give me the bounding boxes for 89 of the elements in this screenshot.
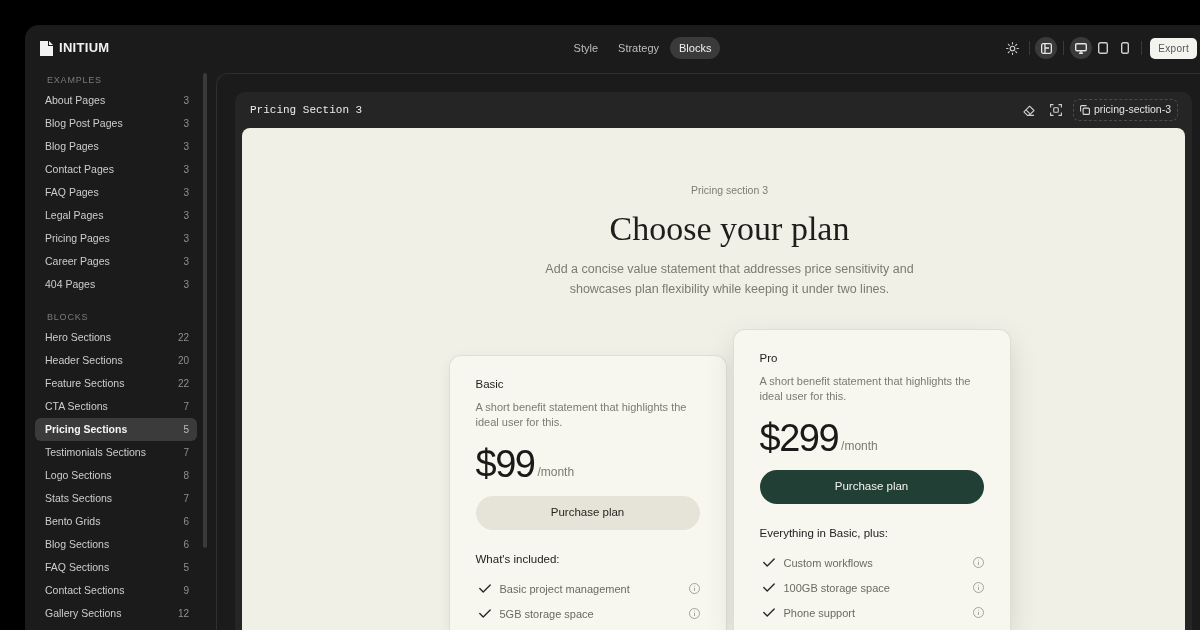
section-description: Add a concise value statement that addresses price sensitivity and showcases plan flexibility while keeping it under two lines. — [544, 261, 915, 298]
layout-toggle-button[interactable] — [1035, 37, 1058, 59]
sidebar-heading: BLOCKS — [47, 311, 89, 323]
item-count: 22 — [177, 331, 189, 345]
sidebar-item[interactable]: Logo Sections 8 — [35, 464, 197, 487]
sidebar-item[interactable]: About Pages 3 — [35, 89, 197, 112]
eyebrow-text: Pricing section 3 — [690, 183, 768, 197]
item-count: 8 — [183, 469, 189, 483]
export-button[interactable]: Export — [1150, 37, 1197, 59]
sidebar-item[interactable]: Contact Pages 3 — [35, 158, 197, 181]
check-icon — [478, 609, 491, 618]
sidebar-item[interactable]: FAQ Pages 3 — [35, 181, 197, 204]
sidebar-item[interactable]: 404 Pages 3 — [35, 273, 197, 296]
plan-description: A short benefit statement that highlights the ideal user for this. — [475, 400, 688, 430]
sidebar-heading: EXAMPLES — [47, 74, 102, 86]
sidebar-item[interactable]: FAQ Sections 5 — [35, 556, 197, 579]
check-icon — [762, 608, 775, 617]
tablet-icon — [1098, 42, 1109, 54]
item-count: 5 — [183, 423, 189, 437]
item-count: 3 — [183, 117, 189, 131]
sidebar-item[interactable]: Blog Sections 6 — [35, 533, 197, 556]
item-count: 5 — [183, 561, 189, 575]
item-count: 3 — [183, 255, 189, 269]
item-count: 3 — [183, 163, 189, 177]
focus-icon[interactable] — [1049, 104, 1062, 116]
sun-icon[interactable] — [1006, 41, 1020, 55]
price-period: /month — [841, 439, 878, 453]
sidebar-item[interactable]: Legal Pages 3 — [35, 204, 197, 227]
item-count: 7 — [183, 400, 189, 414]
copy-icon — [1079, 105, 1090, 115]
plan-name: Basic — [475, 377, 505, 392]
tab[interactable]: Style — [564, 37, 608, 59]
sidebar-item[interactable]: Contact Sections 9 — [35, 579, 197, 602]
plan-description: A short benefit statement that highlights the ideal user for this. — [759, 374, 972, 404]
item-count: 6 — [183, 515, 189, 529]
phone-icon — [1121, 42, 1130, 54]
feature-text: 5GB storage space — [499, 606, 595, 621]
copy-slug-button[interactable]: pricing-section-3 — [1072, 99, 1178, 121]
price-period: /month — [537, 465, 575, 479]
purchase-button[interactable]: Purchase plan — [475, 496, 700, 530]
item-count: 12 — [177, 607, 189, 621]
sidebar-item[interactable]: Blog Post Pages 3 — [35, 112, 197, 135]
eraser-icon[interactable] — [1022, 104, 1035, 116]
item-count: 7 — [183, 446, 189, 460]
sidebar-item[interactable]: Career Pages 3 — [35, 250, 197, 273]
sidebar-item[interactable]: Feature Sections 22 — [35, 372, 197, 395]
sidebar-item[interactable]: Blog Pages 3 — [35, 135, 197, 158]
item-count: 3 — [183, 140, 189, 154]
logo-text: INITIUM — [59, 40, 110, 56]
sidebar-item[interactable]: Pricing Pages 3 — [35, 227, 197, 250]
item-count: 3 — [183, 94, 189, 108]
feature-text: Phone support — [783, 605, 857, 620]
plan-price: $299 — [759, 416, 839, 460]
sidebar-item[interactable]: Testimonials Sections 7 — [35, 441, 197, 464]
device-view-button[interactable] — [1070, 37, 1093, 59]
item-count: 3 — [183, 209, 189, 223]
item-count: 9 — [183, 584, 189, 598]
panel-icon — [1040, 42, 1052, 54]
plan-price: $99 — [475, 442, 535, 486]
sidebar-item[interactable]: CTA Sections 7 — [35, 395, 197, 418]
item-count: 7 — [183, 492, 189, 506]
sidebar-item[interactable]: Pricing Sections 5 — [35, 418, 197, 441]
check-icon — [478, 584, 491, 593]
sidebar-item[interactable]: Hero Sections 22 — [35, 326, 197, 349]
block-title: Pricing Section 3 — [250, 103, 363, 117]
tab[interactable]: Blocks — [670, 37, 721, 59]
item-count: 6 — [183, 538, 189, 552]
features-heading: What's included: — [475, 552, 561, 567]
check-icon — [762, 583, 775, 592]
item-count: 3 — [183, 278, 189, 292]
item-count: 3 — [183, 232, 189, 246]
item-count: 22 — [177, 377, 189, 391]
sidebar-item[interactable]: Gallery Sections 12 — [35, 602, 197, 625]
feature-text: 100GB storage space — [783, 580, 891, 595]
item-count: 20 — [177, 354, 189, 368]
sidebar-item[interactable]: Stats Sections 7 — [35, 487, 197, 510]
section-heading: Choose your plan — [609, 209, 850, 249]
purchase-button[interactable]: Purchase plan — [759, 470, 984, 504]
tab[interactable]: Strategy — [609, 37, 668, 59]
logo-icon — [40, 40, 53, 56]
plan-name: Pro — [759, 351, 779, 366]
sidebar-item[interactable]: Header Sections 20 — [35, 349, 197, 372]
feature-text: Basic project management — [499, 581, 631, 596]
features-heading: Everything in Basic, plus: — [759, 526, 889, 541]
check-icon — [762, 558, 775, 567]
item-count: 3 — [183, 186, 189, 200]
desktop-icon — [1075, 42, 1088, 54]
feature-text: Custom workflows — [783, 555, 874, 570]
sidebar-item[interactable]: Bento Grids 6 — [35, 510, 197, 533]
